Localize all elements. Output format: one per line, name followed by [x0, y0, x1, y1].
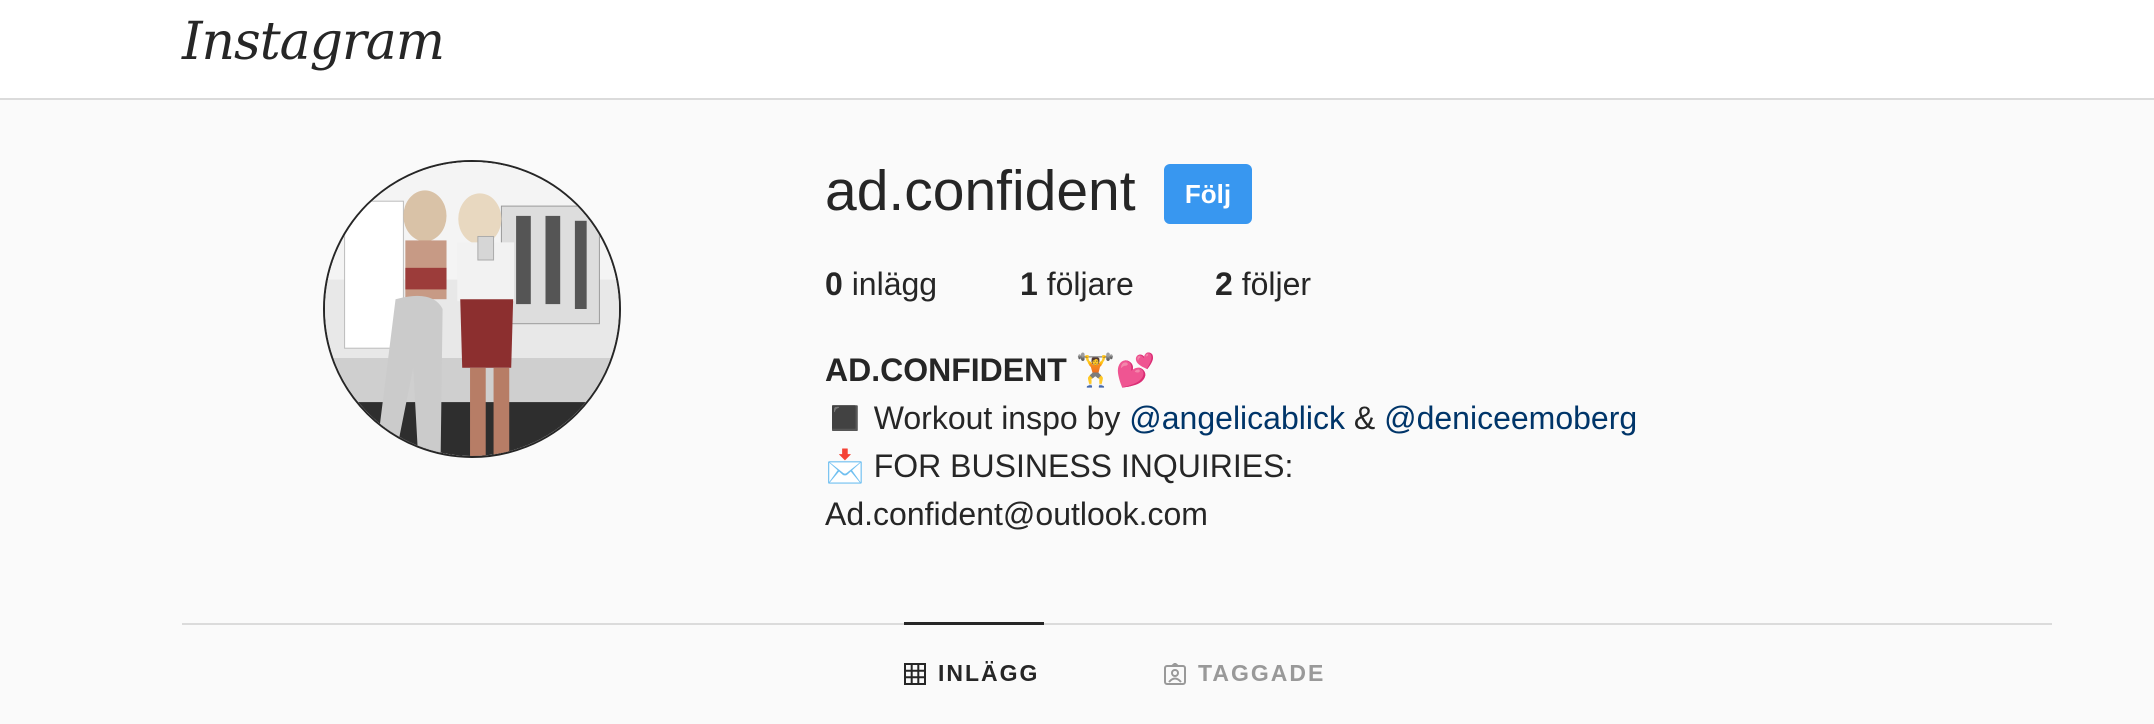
- bio-line-1-text: Workout inspo by: [873, 400, 1121, 436]
- profile-bio: AD.CONFIDENT 🏋️💕 ◼️ Workout inspo by @an…: [825, 346, 1637, 538]
- stat-followers-count: 1: [1020, 266, 1038, 302]
- avatar-photo: [325, 162, 619, 456]
- stat-posts: 0 inlägg: [825, 266, 937, 303]
- weightlifter-hearts-emoji: 🏋️💕: [1075, 352, 1156, 388]
- bio-line-2: 📩 FOR BUSINESS INQUIRIES:: [825, 442, 1637, 490]
- black-square-icon: ◼️: [825, 400, 865, 436]
- stat-following-count: 2: [1215, 266, 1233, 302]
- bio-ampersand: &: [1353, 400, 1376, 436]
- profile-username: ad.confident: [825, 159, 1136, 223]
- mention-link-deniceemoberg[interactable]: @deniceemoberg: [1384, 400, 1637, 436]
- tabs-divider: [182, 623, 2052, 625]
- tagged-icon: [1164, 662, 1186, 685]
- active-tab-indicator: [904, 622, 1044, 625]
- grid-icon: [904, 662, 926, 685]
- tab-posts-label: INLÄGG: [938, 660, 1040, 686]
- bio-display-name: AD.CONFIDENT: [825, 352, 1067, 388]
- envelope-arrow-icon: 📩: [825, 448, 865, 484]
- stat-followers[interactable]: 1 följare: [1020, 266, 1134, 303]
- follow-button[interactable]: Följ: [1164, 164, 1252, 224]
- bio-line-1: ◼️ Workout inspo by @angelicablick & @de…: [825, 394, 1637, 442]
- stat-followers-label: följare: [1046, 266, 1134, 302]
- tab-tagged[interactable]: TAGGADE: [1164, 660, 1325, 687]
- top-navigation-bar: Instagram: [0, 0, 2154, 100]
- tab-tagged-label: TAGGADE: [1198, 660, 1326, 686]
- bio-line-2-text: FOR BUSINESS INQUIRIES:: [873, 448, 1294, 484]
- instagram-logo[interactable]: Instagram: [182, 12, 445, 72]
- mention-link-angelicablick[interactable]: @angelicablick: [1129, 400, 1345, 436]
- tab-posts[interactable]: INLÄGG: [904, 660, 1039, 687]
- bio-name-line: AD.CONFIDENT 🏋️💕: [825, 346, 1637, 394]
- stat-following[interactable]: 2 följer: [1215, 266, 1311, 303]
- stat-posts-count: 0: [825, 266, 843, 302]
- stat-posts-label: inlägg: [851, 266, 938, 302]
- bio-line-3: Ad.confident@outlook.com: [825, 496, 1208, 532]
- profile-avatar[interactable]: [323, 160, 621, 458]
- stat-following-label: följer: [1241, 266, 1312, 302]
